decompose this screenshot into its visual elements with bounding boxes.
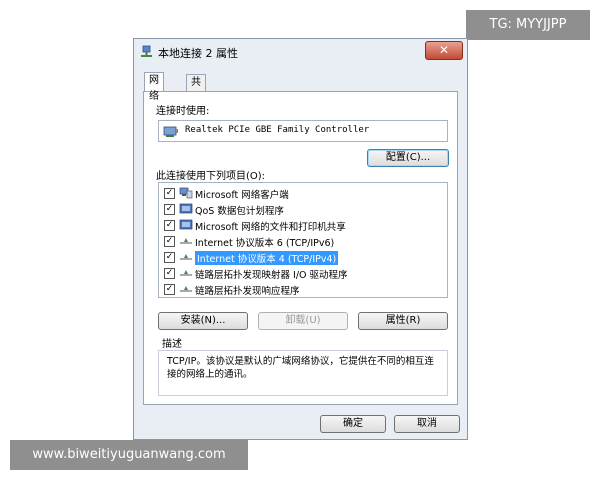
- adapter-field: Realtek PCIe GBE Family Controller: [158, 120, 448, 142]
- list-item[interactable]: ✓ QoS 数据包计划程序: [159, 201, 447, 217]
- description-legend: 描述: [162, 339, 182, 350]
- list-item[interactable]: ✓ 链路层拓扑发现响应程序: [159, 281, 447, 297]
- description-text: TCP/IP。该协议是默认的广域网络协议，它提供在不同的相互连接的网络上的通讯。: [167, 356, 434, 380]
- protocol-icon: [180, 270, 192, 276]
- cancel-button[interactable]: 取消: [394, 415, 460, 433]
- list-item[interactable]: ✓ Microsoft 网络的文件和打印机共享: [159, 217, 447, 233]
- uninstall-button[interactable]: 卸载(U): [258, 312, 348, 330]
- item-label: Microsoft 网络的文件和打印机共享: [195, 222, 346, 233]
- watermark-top-right: TG: MYYJJPP: [466, 10, 590, 40]
- install-button[interactable]: 安装(N)...: [158, 312, 248, 330]
- description-group: TCP/IP。该协议是默认的广域网络协议，它提供在不同的相互连接的网络上的通讯。: [158, 350, 448, 396]
- item-label: Internet 协议版本 4 (TCP/IPv4): [195, 251, 339, 265]
- protocol-icon: [180, 238, 192, 244]
- list-item[interactable]: ✓ Microsoft 网络客户端: [159, 185, 447, 201]
- network-adapter-icon: [163, 126, 178, 137]
- items-list[interactable]: ✓ Microsoft 网络客户端 ✓ QoS 数据包计划程序 ✓ Micros…: [158, 182, 448, 298]
- qos-icon: [179, 203, 193, 214]
- dialog-title: 本地连接 2 属性: [158, 47, 238, 60]
- properties-dialog: 本地连接 2 属性 ✕ 网络 共享 连接时使用: Realtek PCIe GB…: [133, 38, 468, 440]
- checkbox[interactable]: ✓: [164, 188, 175, 199]
- item-label: Microsoft 网络客户端: [195, 190, 289, 201]
- item-label: Internet 协议版本 6 (TCP/IPv6): [195, 238, 335, 249]
- checkbox[interactable]: ✓: [164, 204, 175, 215]
- protocol-icon: [180, 286, 192, 292]
- item-label: QoS 数据包计划程序: [195, 206, 284, 217]
- tab-network[interactable]: 网络: [144, 72, 164, 102]
- adapter-name: Realtek PCIe GBE Family Controller: [185, 125, 370, 135]
- list-item[interactable]: ✓ Internet 协议版本 6 (TCP/IPv6): [159, 233, 447, 249]
- item-label: 链路层拓扑发现映射器 I/O 驱动程序: [195, 270, 348, 281]
- items-label: 此连接使用下列项目(O):: [156, 171, 266, 182]
- connect-using-label: 连接时使用:: [156, 106, 210, 117]
- checkbox[interactable]: ✓: [164, 268, 175, 279]
- configure-button[interactable]: 配置(C)...: [367, 149, 449, 167]
- checkbox[interactable]: ✓: [164, 220, 175, 231]
- watermark-bottom-left: www.biweitiyuguanwang.com: [10, 440, 248, 470]
- protocol-icon: [180, 254, 192, 260]
- checkbox[interactable]: ✓: [164, 252, 175, 263]
- network-client-icon: [179, 187, 193, 199]
- item-label: 链路层拓扑发现响应程序: [195, 286, 300, 297]
- checkbox[interactable]: ✓: [164, 284, 175, 295]
- checkbox[interactable]: ✓: [164, 236, 175, 247]
- list-item[interactable]: ✓ 链路层拓扑发现映射器 I/O 驱动程序: [159, 265, 447, 281]
- properties-button[interactable]: 属性(R): [358, 312, 448, 330]
- network-connection-icon: [141, 45, 152, 57]
- list-item[interactable]: ✓ Internet 协议版本 4 (TCP/IPv4): [159, 249, 447, 265]
- title-bar: 本地连接 2 属性 ✕: [134, 39, 467, 65]
- network-tab-panel: 连接时使用: Realtek PCIe GBE Family Controlle…: [143, 91, 458, 405]
- ok-button[interactable]: 确定: [320, 415, 386, 433]
- file-printer-share-icon: [179, 219, 193, 230]
- close-button[interactable]: ✕: [425, 41, 463, 60]
- tab-sharing[interactable]: 共享: [186, 74, 206, 104]
